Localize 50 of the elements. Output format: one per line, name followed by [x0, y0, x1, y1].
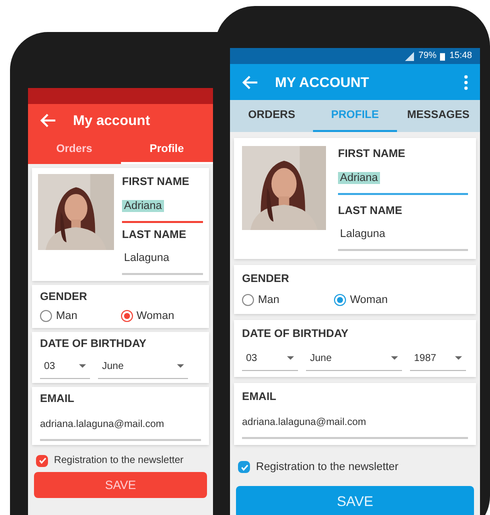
email-field[interactable]: adriana.lalaguna@mail.com [242, 405, 468, 439]
tab[interactable]: MESSAGES [396, 100, 480, 132]
checkbox[interactable] [238, 461, 250, 474]
battery-icon [440, 52, 446, 60]
screen-title: My account [73, 110, 152, 130]
more-menu-icon[interactable] [464, 74, 468, 90]
dropdown-field[interactable]: June [98, 354, 188, 378]
section-label: EMAIL [40, 392, 76, 406]
dropdown-field[interactable]: 03 [242, 346, 298, 370]
dropdown-field[interactable]: 03 [40, 354, 90, 378]
caret-icon [391, 356, 398, 360]
radio-option[interactable]: Man [40, 308, 120, 324]
text-field[interactable]: Lalaguna [338, 219, 468, 251]
radio-button[interactable] [120, 310, 132, 322]
section-label: GENDER [242, 272, 290, 287]
radio-button[interactable] [242, 294, 254, 306]
radio-button[interactable] [40, 310, 52, 322]
signal-icon [405, 52, 414, 60]
screen-title: MY ACCOUNT [275, 72, 370, 92]
text-field[interactable]: Lalaguna [122, 243, 203, 275]
section-label: EMAIL [242, 390, 278, 404]
battery-level: 79% [418, 49, 436, 62]
checkbox[interactable] [36, 454, 48, 466]
radio-option[interactable]: Man [242, 292, 334, 308]
caret-icon [177, 364, 184, 368]
back-arrow-icon[interactable] [40, 112, 57, 128]
caret-icon [79, 364, 86, 368]
dropdown-field[interactable]: 1987 [410, 346, 466, 370]
section-label: DATE OF BIRTHDAY [242, 327, 350, 342]
checkbox-label: Registration to the newsletter [54, 454, 184, 468]
radio-option[interactable]: Woman [120, 308, 201, 324]
field-label: LAST NAME [338, 204, 404, 218]
back-arrow-icon[interactable] [242, 74, 259, 90]
text-field[interactable]: Adriana [338, 162, 468, 194]
section-label: DATE OF BIRTHDAY [40, 337, 148, 352]
checkbox-label: Registration to the newsletter [256, 460, 398, 475]
radio-button[interactable] [334, 294, 346, 306]
field-label: FIRST NAME [338, 147, 406, 162]
caret-icon [287, 356, 294, 360]
tab[interactable]: ORDERS [230, 100, 314, 132]
tab[interactable]: Profile [120, 136, 213, 164]
caret-icon [455, 356, 462, 360]
email-field[interactable]: adriana.lalaguna@mail.com [40, 407, 201, 441]
field-label: LAST NAME [122, 228, 188, 242]
text-field[interactable]: Adriana [122, 190, 203, 222]
clock: 15:48 [449, 49, 472, 62]
section-label: GENDER [40, 290, 88, 305]
radio-option[interactable]: Woman [334, 292, 426, 308]
field-label: FIRST NAME [122, 175, 190, 190]
dropdown-field[interactable]: June [306, 346, 402, 370]
